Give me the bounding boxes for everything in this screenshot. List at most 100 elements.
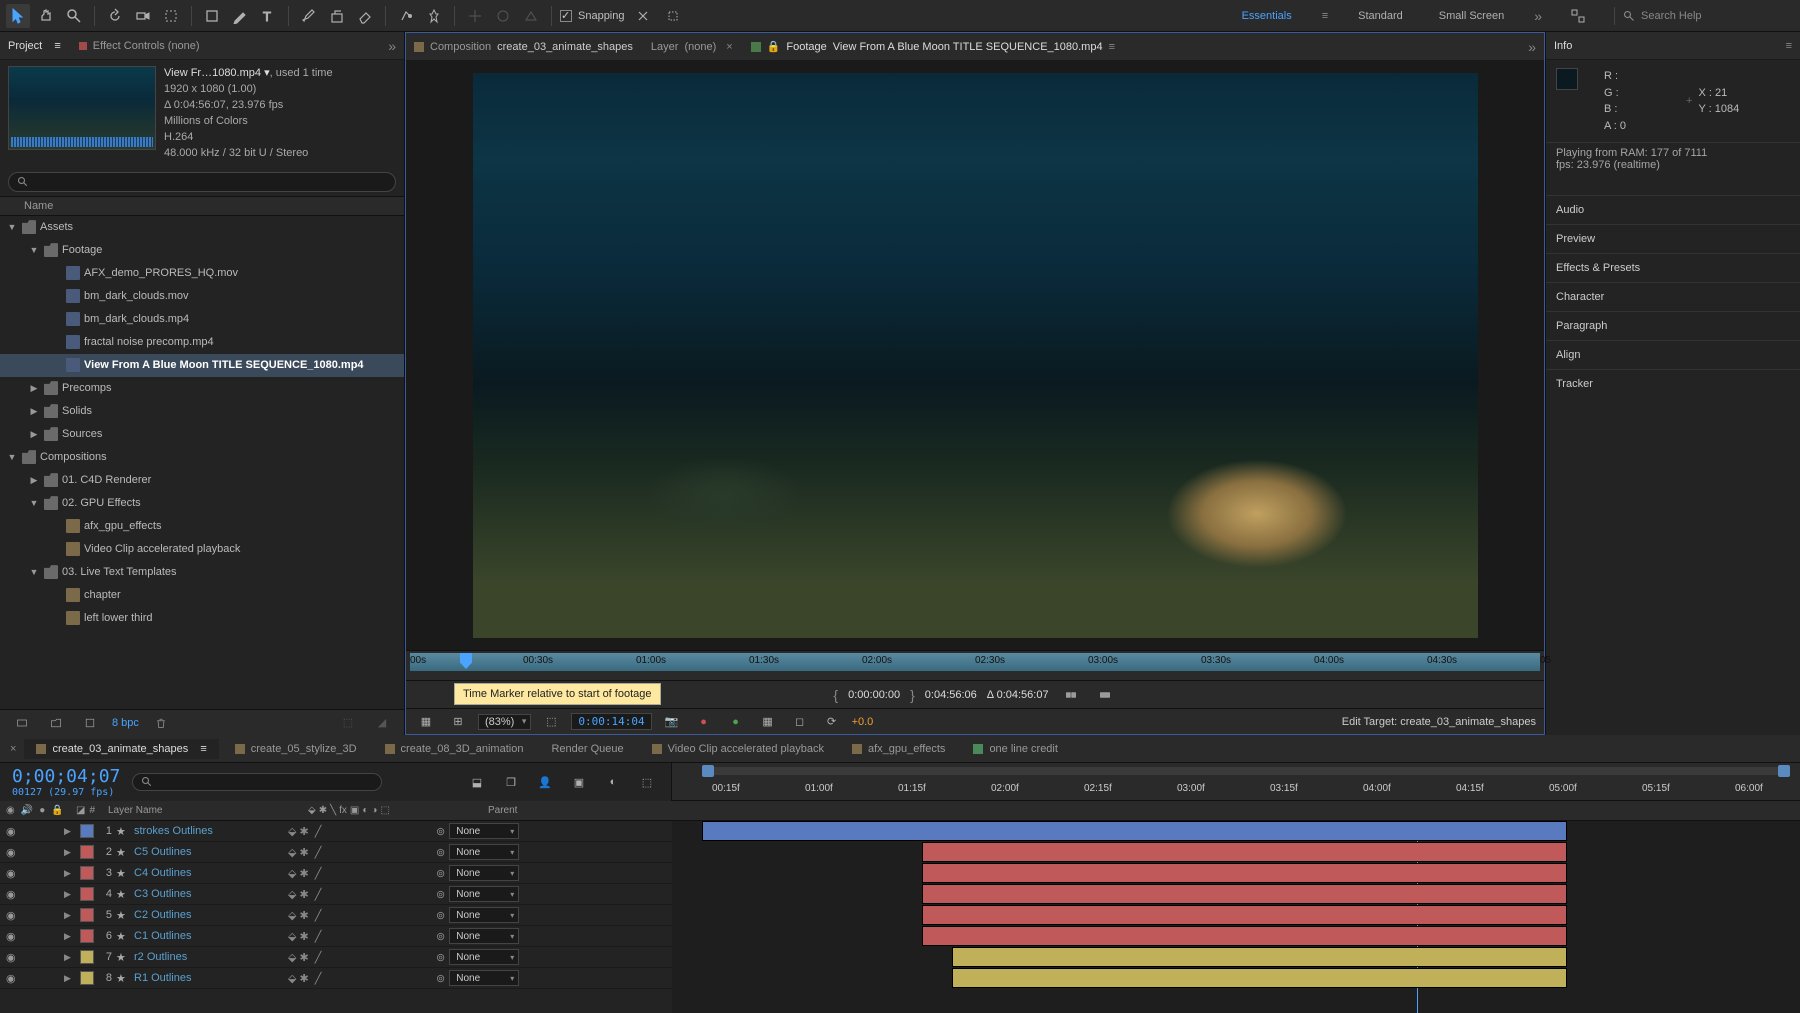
sync-settings-icon[interactable] (1566, 4, 1590, 28)
rotate-tool-icon[interactable] (103, 4, 127, 28)
layer-name[interactable]: r2 Outlines (134, 951, 284, 963)
pen-tool-icon[interactable] (228, 4, 252, 28)
layer-row[interactable]: ◉ ▶ 5 ★ C2 Outlines ⬙✱╱ ⊚ None (0, 905, 672, 926)
twirl-icon[interactable]: ▶ (64, 910, 76, 921)
layer-bar[interactable] (952, 947, 1567, 967)
visibility-toggle-icon[interactable]: ◉ (6, 972, 20, 985)
layer-row[interactable]: ◉ ▶ 4 ★ C3 Outlines ⬙✱╱ ⊚ None (0, 884, 672, 905)
project-search-input[interactable] (8, 172, 396, 192)
transparency-grid-icon[interactable]: ▦ (756, 710, 780, 734)
layer-bar[interactable] (922, 842, 1567, 862)
parent-dropdown[interactable]: None (449, 949, 519, 965)
work-area-start-handle[interactable] (702, 765, 714, 777)
layer-switches[interactable]: ⬙✱╱ (288, 846, 408, 859)
parent-dropdown[interactable]: None (449, 970, 519, 986)
timeline-search-input[interactable] (132, 773, 382, 791)
layer-switches[interactable]: ⬙✱╱ (288, 867, 408, 880)
guides-toggle-icon[interactable]: ⊞ (446, 710, 470, 734)
layer-row[interactable]: ◉ ▶ 3 ★ C4 Outlines ⬙✱╱ ⊚ None (0, 863, 672, 884)
layer-bar[interactable] (922, 926, 1567, 946)
snap-edges-icon[interactable] (631, 4, 655, 28)
work-area-end-handle[interactable] (1778, 765, 1790, 777)
twirl-icon[interactable]: ▶ (64, 931, 76, 942)
tree-item[interactable]: Video Clip accelerated playback (0, 538, 404, 561)
footage-time-ruler[interactable]: 00s00:30s01:00s01:30s02:00s02:30s03:00s0… (406, 650, 1544, 680)
parent-dropdown[interactable]: None (449, 844, 519, 860)
tree-item[interactable]: fractal noise precomp.mp4 (0, 331, 404, 354)
graph-editor-icon[interactable]: ⬚ (635, 770, 659, 794)
twirl-icon[interactable]: ▶ (64, 826, 76, 837)
axis-local-icon[interactable] (463, 4, 487, 28)
bit-depth-button[interactable]: 8 bpc (112, 717, 139, 729)
pin-tool-icon[interactable] (422, 4, 446, 28)
visibility-toggle-icon[interactable]: ◉ (6, 909, 20, 922)
workspace-essentials[interactable]: Essentials (1236, 6, 1298, 26)
layer-switches[interactable]: ⬙✱╱ (288, 888, 408, 901)
timeline-tab[interactable]: Render Queue (539, 739, 635, 759)
channel-r-icon[interactable]: ● (692, 710, 716, 734)
layer-bar[interactable] (702, 821, 1567, 841)
video-col-icon[interactable]: ◉ (6, 805, 15, 816)
parent-dropdown[interactable]: None (449, 823, 519, 839)
exposure-value[interactable]: +0.0 (852, 716, 874, 728)
twirl-icon[interactable]: ▶ (64, 868, 76, 879)
layer-switches[interactable]: ⬙✱╱ (288, 972, 408, 985)
tree-item[interactable]: left lower third (0, 607, 404, 630)
footage-timecode[interactable]: 0:00:14:04 (571, 713, 651, 730)
layer-name[interactable]: strokes Outlines (134, 825, 284, 837)
snapshot-icon[interactable]: 📷 (660, 710, 684, 734)
layer-row[interactable]: ◉ ▶ 2 ★ C5 Outlines ⬙✱╱ ⊚ None (0, 842, 672, 863)
parent-pickwhip-icon[interactable]: ⊚ (436, 930, 445, 943)
set-out-icon[interactable]: } (910, 687, 915, 703)
layer-bar[interactable] (952, 968, 1567, 988)
anchor-tool-icon[interactable] (159, 4, 183, 28)
label-color-swatch[interactable] (80, 950, 94, 964)
tree-item[interactable]: ▶Precomps (0, 377, 404, 400)
tab-effect-controls[interactable]: Effect Controls (none) (79, 40, 200, 52)
layer-name[interactable]: C4 Outlines (134, 867, 284, 879)
overlay-edit-icon[interactable] (1093, 683, 1117, 707)
panel-preview[interactable]: Preview (1546, 224, 1800, 253)
zoom-dropdown[interactable]: (83%) (478, 714, 531, 730)
channel-g-icon[interactable]: ● (724, 710, 748, 734)
lock-col-icon[interactable]: 🔒 (51, 805, 63, 816)
timeline-ruler[interactable]: 00:15f01:00f01:15f02:00f02:15f03:00f03:1… (672, 763, 1800, 801)
parent-pickwhip-icon[interactable]: ⊚ (436, 867, 445, 880)
viewer-tab-layer[interactable]: Layer (none) × (651, 41, 733, 53)
timeline-tab[interactable]: Video Clip accelerated playback (640, 739, 836, 759)
clone-tool-icon[interactable] (325, 4, 349, 28)
set-in-icon[interactable]: { (833, 687, 838, 703)
layer-bar[interactable] (922, 863, 1567, 883)
parent-dropdown[interactable]: None (449, 865, 519, 881)
label-col-icon[interactable]: ◪ (76, 805, 85, 816)
layer-name[interactable]: C1 Outlines (134, 930, 284, 942)
timeline-tab[interactable]: afx_gpu_effects (840, 739, 957, 759)
time-marker-playhead[interactable] (460, 653, 472, 669)
project-column-name[interactable]: Name (0, 196, 404, 216)
snapping-checkbox[interactable] (560, 10, 572, 22)
timeline-tab[interactable]: one line credit (961, 739, 1070, 759)
twirl-icon[interactable]: ▶ (64, 952, 76, 963)
timeline-tab[interactable]: create_05_stylize_3D (223, 739, 369, 759)
tree-item[interactable]: ▶Sources (0, 423, 404, 446)
layer-name[interactable]: C5 Outlines (134, 846, 284, 858)
parent-pickwhip-icon[interactable]: ⊚ (436, 846, 445, 859)
alpha-toggle-icon[interactable]: ▦ (414, 710, 438, 734)
interpret-footage-icon[interactable] (10, 711, 34, 735)
text-tool-icon[interactable]: T (256, 4, 280, 28)
label-color-swatch[interactable] (80, 971, 94, 985)
layer-switches[interactable]: ⬙✱╱ (288, 909, 408, 922)
tree-item[interactable]: bm_dark_clouds.mov (0, 285, 404, 308)
label-color-swatch[interactable] (80, 824, 94, 838)
visibility-toggle-icon[interactable]: ◉ (6, 930, 20, 943)
layer-name-col[interactable]: Layer Name (104, 805, 304, 816)
visibility-toggle-icon[interactable]: ◉ (6, 846, 20, 859)
resolution-icon[interactable]: ⬚ (539, 710, 563, 734)
layer-switches[interactable]: ⬙✱╱ (288, 825, 408, 838)
timeline-tab[interactable]: create_08_3D_animation (373, 739, 536, 759)
close-tab-icon[interactable]: × (6, 743, 20, 755)
new-folder-icon[interactable] (44, 711, 68, 735)
audio-col-icon[interactable]: 🔊 (21, 805, 33, 816)
shy-icon[interactable]: 👤 (533, 770, 557, 794)
selection-tool-icon[interactable] (6, 4, 30, 28)
